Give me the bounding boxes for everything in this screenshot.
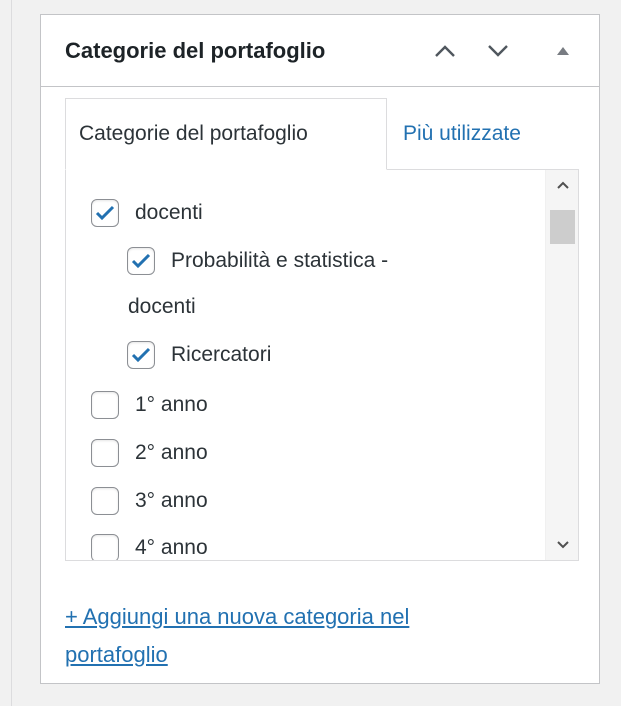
category-label: docenti [128,295,196,318]
page-left-edge [0,0,12,706]
category-item[interactable]: 4° anno [91,534,208,560]
tab-label: Più utilizzate [403,122,521,145]
checkbox-unchecked[interactable] [91,534,119,560]
category-checklist: docenti Probabilità e statistica - docen… [66,170,534,560]
category-item[interactable]: 2° anno [91,439,208,467]
category-label: docenti [135,201,203,224]
category-label: 1° anno [135,393,208,416]
postbox-inside: Categorie del portafoglio Più utilizzate… [65,98,579,667]
chevron-up-icon [435,45,455,57]
checkmark-icon [131,253,151,269]
checkbox-unchecked[interactable] [91,439,119,467]
checkbox-checked[interactable] [127,341,155,369]
chevron-up-icon [556,181,569,189]
category-item[interactable]: Probabilità e statistica - [127,247,388,275]
category-label: 4° anno [135,536,208,559]
category-label: Ricercatori [171,343,272,366]
category-item[interactable]: 3° anno [91,487,208,515]
tab-label: Categorie del portafoglio [79,122,308,145]
checklist-scrollbar[interactable] [545,170,578,560]
category-label: Probabilità e statistica - [171,249,389,272]
checkmark-icon [95,205,115,221]
portfolio-categories-box: Categorie del portafoglio Categorie del … [40,14,600,684]
toggle-panel-button[interactable] [546,35,580,67]
checkbox-checked[interactable] [91,199,119,227]
move-down-button[interactable] [481,35,515,67]
checkbox-unchecked[interactable] [91,391,119,419]
postbox-header: Categorie del portafoglio [41,15,599,87]
category-item[interactable]: Ricercatori [127,341,271,369]
triangle-up-icon [557,47,569,55]
chevron-down-icon [556,541,569,549]
checkbox-checked[interactable] [127,247,155,275]
category-tabs: Categorie del portafoglio Più utilizzate [65,98,579,170]
category-item[interactable]: docenti [91,199,203,227]
tab-all-categories[interactable]: Categorie del portafoglio [65,98,387,170]
move-up-button[interactable] [428,35,462,67]
checkbox-unchecked[interactable] [91,487,119,515]
category-checklist-panel: docenti Probabilità e statistica - docen… [65,169,579,561]
add-new-category-link[interactable]: + Aggiungi una nuova categoria nel porta… [65,598,535,674]
add-link-line2: portafoglio [65,642,168,667]
add-link-line1: + Aggiungi una nuova categoria nel [65,604,410,629]
scrollbar-thumb[interactable] [550,210,575,244]
scroll-up-button[interactable] [546,170,578,200]
category-label: 3° anno [135,489,208,512]
category-item[interactable]: 1° anno [91,391,208,419]
postbox-title: Categorie del portafoglio [65,38,326,63]
scroll-down-button[interactable] [546,530,578,560]
category-label-continuation: docenti [128,295,196,319]
tab-most-used[interactable]: Più utilizzate [387,98,577,170]
checkmark-icon [131,347,151,363]
chevron-down-icon [488,45,508,57]
category-label: 2° anno [135,441,208,464]
